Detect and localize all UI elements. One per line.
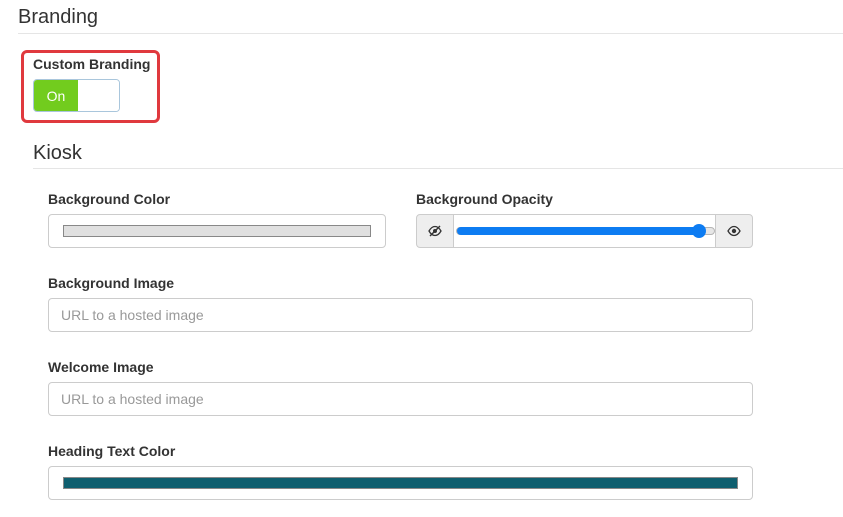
eye-slash-icon bbox=[416, 214, 454, 248]
opacity-slider[interactable] bbox=[456, 224, 715, 238]
custom-branding-label: Custom Branding bbox=[33, 56, 151, 72]
background-color-swatch bbox=[63, 225, 371, 237]
eye-icon bbox=[715, 214, 753, 248]
welcome-image-label: Welcome Image bbox=[48, 359, 154, 375]
kiosk-section-title: Kiosk bbox=[33, 142, 82, 164]
background-image-label: Background Image bbox=[48, 275, 175, 291]
opacity-slider-fill bbox=[457, 227, 699, 235]
welcome-image-input[interactable] bbox=[48, 382, 753, 416]
background-color-picker[interactable] bbox=[48, 214, 386, 248]
background-opacity-control bbox=[416, 214, 753, 248]
opacity-slider-thumb[interactable] bbox=[691, 224, 706, 238]
opacity-slider-container bbox=[454, 214, 715, 248]
background-color-label: Background Color bbox=[48, 191, 171, 207]
background-opacity-label: Background Opacity bbox=[416, 191, 553, 207]
branding-divider bbox=[18, 33, 843, 34]
kiosk-divider bbox=[33, 168, 843, 169]
custom-branding-toggle[interactable]: On bbox=[33, 79, 120, 112]
heading-text-color-label: Heading Text Color bbox=[48, 443, 176, 459]
branding-section-title: Branding bbox=[18, 6, 99, 28]
heading-text-color-picker[interactable] bbox=[48, 466, 753, 500]
background-image-input[interactable] bbox=[48, 298, 753, 332]
toggle-on-label: On bbox=[34, 80, 78, 111]
heading-text-color-swatch bbox=[63, 477, 738, 489]
toggle-handle[interactable] bbox=[78, 80, 119, 111]
